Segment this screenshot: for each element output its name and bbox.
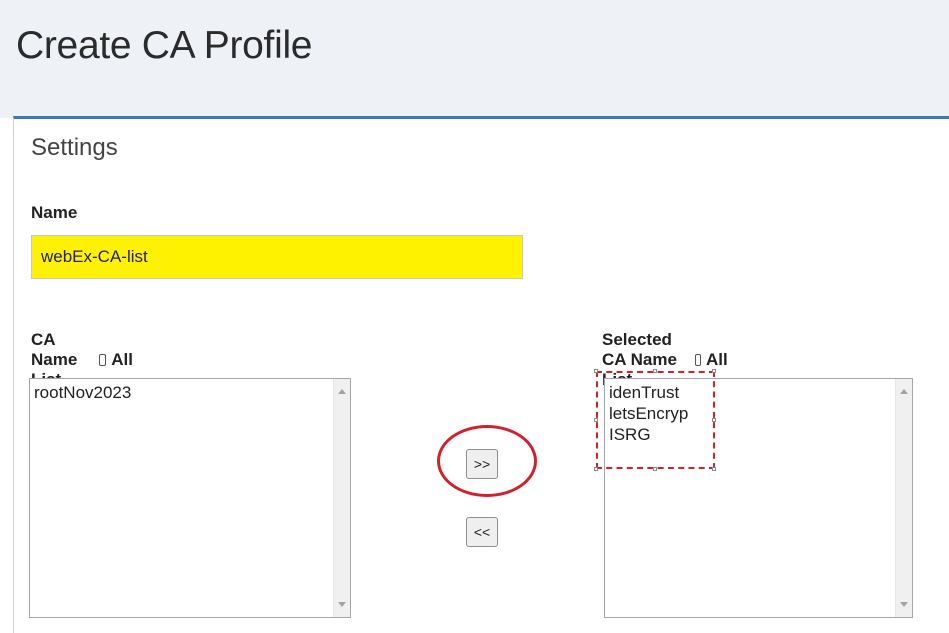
ca-all-checkbox[interactable] (99, 354, 107, 366)
ca-name-listbox[interactable]: rootNov2023 (29, 378, 351, 618)
name-label: Name (31, 203, 78, 222)
resize-handle (653, 369, 657, 373)
page-title: Create CA Profile (16, 24, 313, 67)
resize-handle (653, 467, 657, 471)
add-to-selected-button[interactable]: >> (466, 449, 498, 479)
section-title: Settings (31, 134, 118, 161)
chevron-up-icon[interactable] (900, 389, 908, 394)
selected-ca-name-scrollbar[interactable] (895, 379, 912, 617)
list-item[interactable]: rootNov2023 (34, 382, 131, 403)
selected-all-checkbox[interactable] (694, 354, 701, 366)
name-input[interactable] (31, 235, 523, 279)
resize-handle (712, 369, 716, 373)
page-header: Create CA Profile (0, 0, 949, 118)
chevron-down-icon[interactable] (338, 602, 346, 607)
remove-from-selected-button[interactable]: << (466, 517, 498, 547)
list-item[interactable]: ISRG (609, 424, 688, 445)
chevron-up-icon[interactable] (338, 389, 346, 394)
ca-name-items: rootNov2023 (34, 382, 131, 403)
resize-handle (712, 467, 716, 471)
resize-handle (594, 418, 598, 422)
chevron-down-icon[interactable] (900, 602, 908, 607)
resize-handle (594, 467, 598, 471)
selected-all-label[interactable]: All (706, 350, 728, 370)
ca-all-label[interactable]: All (111, 350, 133, 370)
selected-ca-name-items: idenTrust letsEncryp ISRG (609, 382, 688, 445)
resize-handle (712, 418, 716, 422)
ca-name-scrollbar[interactable] (333, 379, 350, 617)
list-item[interactable]: letsEncryp (609, 403, 688, 424)
list-item[interactable]: idenTrust (609, 382, 688, 403)
resize-handle (594, 369, 598, 373)
selected-ca-name-listbox[interactable]: idenTrust letsEncryp ISRG (604, 378, 913, 618)
